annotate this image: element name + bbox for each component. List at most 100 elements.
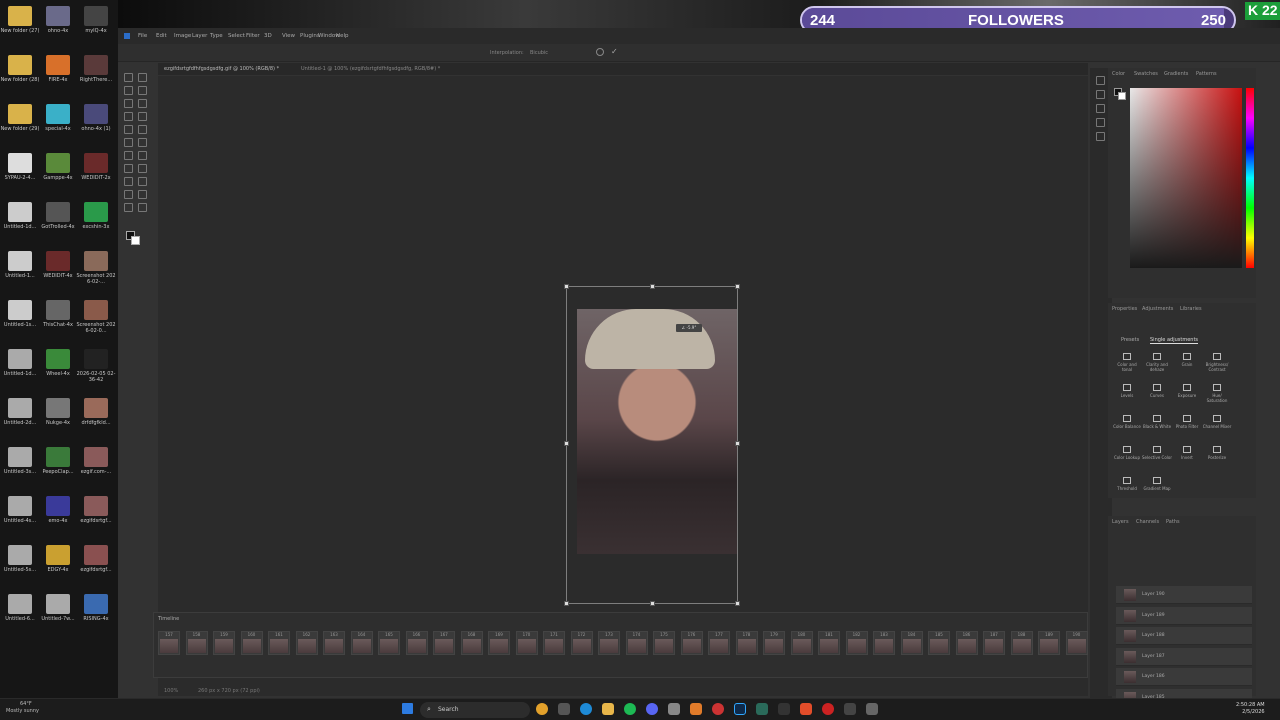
adjustment-invert[interactable]: Invert [1172,446,1202,460]
more-tool-icon[interactable] [138,203,147,212]
timeline-frame[interactable]: 177 [708,631,730,655]
desktop-icon[interactable]: FIRE-4x [38,53,78,101]
adjustment-color-balance[interactable]: Color Balance [1112,415,1142,429]
desktop-icon[interactable]: special-4x [38,102,78,150]
desktop-icon[interactable]: Nukge-4x [38,396,78,444]
timeline-frame[interactable]: 180 [790,631,813,655]
zoom-level[interactable]: 100% [164,688,178,694]
menu-item-select[interactable]: Select [228,33,245,39]
adjustment-curves[interactable]: Curves [1142,384,1172,398]
timeline-frame[interactable]: 189 [1038,631,1060,655]
frame-tool-icon[interactable] [138,99,147,108]
timeline-frame[interactable]: 181 [818,631,840,655]
desktop-icon[interactable]: Screenshot 2026-02-... [76,249,116,297]
desktop-icon[interactable]: ezgifdsrtgf... [76,543,116,591]
adjustment-channel-mixer[interactable]: Channel Mixer [1202,415,1232,429]
type-tool-icon[interactable] [124,177,133,186]
photoshop-taskbar-icon[interactable] [734,703,746,715]
desktop-icon[interactable]: myIQ-4x [76,4,116,52]
adjustment-hue-saturation[interactable]: Hue/ Saturation [1202,384,1232,403]
spotify-icon[interactable] [624,703,636,715]
menu-item-image[interactable]: Image [174,33,191,39]
edge-icon[interactable] [580,703,592,715]
menu-item-layer[interactable]: Layer [192,33,207,39]
menu-item-view[interactable]: View [282,33,295,39]
desktop-icon[interactable]: Untitled-1d... [0,347,40,395]
menu-item-filter[interactable]: Filter [246,33,260,39]
color-panel-panel-icon[interactable] [1096,76,1105,85]
canvas-area[interactable] [158,76,1088,696]
timeline-frame[interactable]: 185 [928,631,950,655]
tab-swatches[interactable]: Swatches [1134,71,1158,77]
desktop-icon[interactable]: Untitled-6... [0,592,40,640]
clone-tool-icon[interactable] [138,125,147,134]
timeline-frame[interactable]: 161 [268,631,290,655]
desktop-icon[interactable]: WEDIDIT-4x [38,249,78,297]
menu-item-edit[interactable]: Edit [156,33,167,39]
desktop-icon[interactable]: Untitled-7w... [38,592,78,640]
desktop-icon[interactable]: GotTrolled-4x [38,200,78,248]
timeline-frame[interactable]: 175 [653,631,675,655]
desktop-icon[interactable]: Untitled-1s... [0,298,40,346]
transform-handle-left[interactable] [564,441,569,446]
adjustment-grain[interactable]: Grain [1172,353,1202,367]
desktop-icon[interactable]: ThisChat-4x [38,298,78,346]
timeline-frame[interactable]: 162 [295,631,318,655]
desktop-icon[interactable]: drfdfgfkld... [76,396,116,444]
adjustment-color-lookup[interactable]: Color Lookup [1112,446,1142,460]
timeline-frame[interactable]: 160 [240,631,263,655]
tab-libraries[interactable]: Libraries [1180,306,1202,312]
timeline-frame[interactable]: 165 [378,631,400,655]
layer-row[interactable]: Layer 189 [1116,606,1252,625]
adjustment-levels[interactable]: Levels [1112,384,1142,398]
menu-item-plugins[interactable]: Plugins [300,33,320,39]
weather-widget[interactable]: 64°F Mostly sunny [6,701,39,715]
eraser-tool-icon[interactable] [138,138,147,147]
layers-panel-icon[interactable] [1096,118,1105,127]
brush-tool-icon[interactable] [124,125,133,134]
timeline-frame[interactable]: 170 [515,631,538,655]
menu-item-file[interactable]: File [138,33,147,39]
timeline-frame[interactable]: 172 [570,631,593,655]
timeline-frame[interactable]: 163 [323,631,345,655]
timeline-frame[interactable]: 183 [873,631,895,655]
desktop-icon[interactable]: Untitled-5s... [0,543,40,591]
bg-color-chip[interactable] [131,236,140,245]
desktop-icon[interactable]: Untitled-1d... [0,200,40,248]
tab-channels[interactable]: Channels [1136,519,1159,525]
terminal-icon[interactable] [778,703,790,715]
timeline-frame[interactable]: 173 [598,631,620,655]
adjustment-black-white[interactable]: Black & White [1142,415,1172,429]
gradient-tool-icon[interactable] [124,151,133,160]
discord-icon[interactable] [646,703,658,715]
chrome-icon[interactable] [536,703,548,715]
timeline-frame[interactable]: 168 [460,631,483,655]
timeline-frame[interactable]: 164 [350,631,373,655]
adjustment-clarity-and-dehaze[interactable]: Clarity and dehaze [1142,353,1172,372]
transform-bounding-box[interactable] [564,284,740,606]
timeline-frame[interactable]: 184 [900,631,923,655]
timeline-frame[interactable]: 167 [433,631,455,655]
desktop-icon[interactable]: Screenshot 2026-02-0... [76,298,116,346]
desktop-icon[interactable]: PeepoClap... [38,445,78,493]
tab-patterns[interactable]: Patterns [1196,71,1217,77]
timeline-frame[interactable]: 179 [763,631,785,655]
layer-row[interactable]: Layer 188 [1116,627,1252,645]
timeline-frame[interactable]: 182 [845,631,868,655]
crop-tool-icon[interactable] [124,99,133,108]
desktop-icon[interactable]: emo-4x [38,494,78,542]
layer-row[interactable]: Layer 186 [1116,668,1252,686]
desktop-icon[interactable]: excshin-3x [76,200,116,248]
timeline-frame[interactable]: 190 [1065,631,1088,655]
healing-tool-icon[interactable] [138,112,147,121]
desktop-icon[interactable]: RISING-4x [76,592,116,640]
taskbar-search[interactable]: ⌕ Search [420,702,530,718]
desktop-icon[interactable]: 2026-02-05 02-36-42 [76,347,116,395]
desktop-icon[interactable]: New folder (27) [0,4,40,52]
adjustment-posterize[interactable]: Posterize [1202,446,1232,460]
menu-item-help[interactable]: Help [336,33,349,39]
adjustment-selective-color[interactable]: Selective Color [1142,446,1172,460]
adjustment-brightness-contrast[interactable]: Brightness/ Contrast [1202,353,1232,372]
marquee-tool-icon[interactable] [124,86,133,95]
task-view-icon[interactable] [558,703,570,715]
